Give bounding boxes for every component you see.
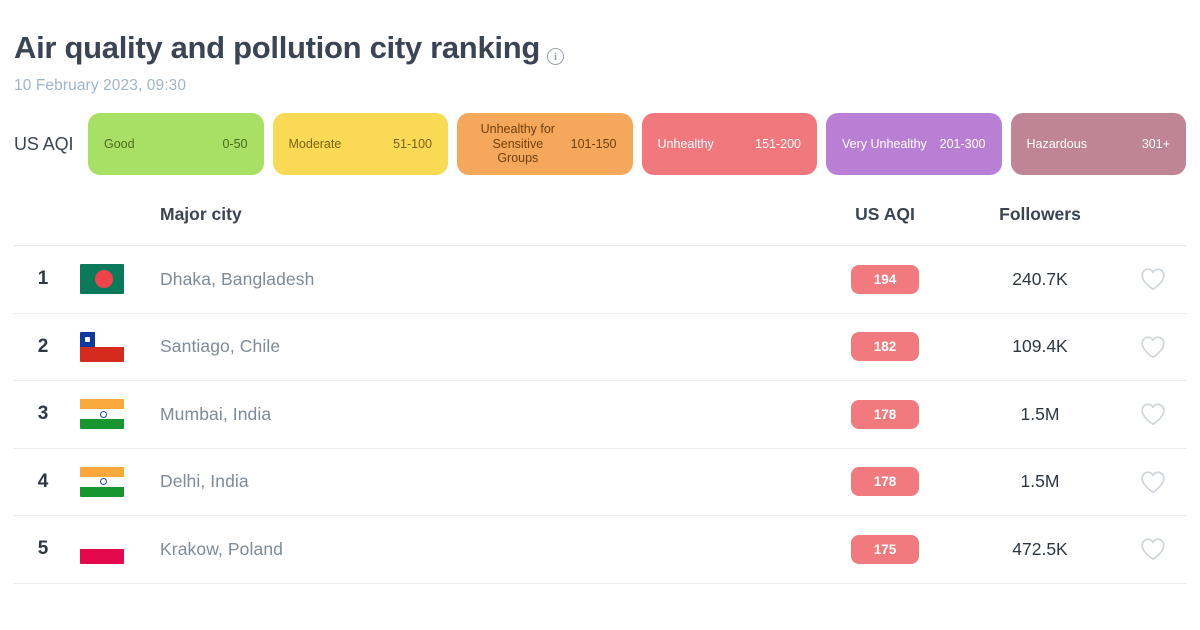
row-city-name[interactable]: Delhi, India — [160, 471, 810, 492]
aqi-legend-pill-name: Unhealthy — [657, 136, 714, 151]
table-row[interactable]: 1 Dhaka, Bangladesh 194 240.7K — [14, 246, 1186, 314]
aqi-legend-label: US AQI — [14, 133, 74, 154]
page-header: Air quality and pollution city ranking i — [14, 0, 1186, 65]
row-city-name[interactable]: Mumbai, India — [160, 404, 810, 425]
aqi-legend-pill-range: 301+ — [1141, 137, 1170, 152]
row-rank: 5 — [37, 538, 49, 560]
row-followers-count: 109.4K — [1012, 336, 1068, 357]
table-row[interactable]: 4 Delhi, India 178 1.5M — [14, 449, 1186, 517]
row-aqi-cell: 175 — [810, 534, 960, 564]
row-flag-cell — [72, 534, 160, 565]
heart-icon[interactable] — [1120, 537, 1186, 561]
timestamp: 10 February 2023, 09:30 — [14, 77, 187, 95]
row-flag-cell — [72, 331, 160, 362]
column-header-city: Major city — [160, 203, 242, 224]
row-city-name[interactable]: Dhaka, Bangladesh — [160, 269, 810, 290]
heart-icon[interactable] — [1120, 402, 1186, 426]
heart-icon[interactable] — [1120, 335, 1186, 359]
aqi-badge: 194 — [851, 264, 919, 294]
column-header-followers: Followers — [999, 203, 1081, 224]
aqi-badge: 175 — [851, 534, 919, 564]
aqi-legend-pills: Good 0-50 Moderate 51-100 Unhealthy for Sens… — [88, 113, 1186, 176]
aqi-badge: 178 — [851, 467, 919, 497]
row-flag-cell — [72, 264, 160, 295]
aqi-legend-pill[interactable]: Moderate 51-100 — [272, 113, 448, 176]
aqi-legend-pill-name: Very Unhealthy — [842, 136, 927, 151]
heart-icon[interactable] — [1120, 470, 1186, 494]
row-aqi-cell: 182 — [810, 332, 960, 362]
aqi-legend-pill-name: Unhealthy for Sensitive Groups — [480, 122, 555, 166]
page-title: Air quality and pollution city ranking — [14, 30, 540, 65]
aqi-legend-pill-range: 201-300 — [939, 137, 986, 152]
column-header-aqi: US AQI — [855, 203, 915, 224]
row-rank: 3 — [37, 403, 49, 425]
bangladesh-flag — [80, 264, 124, 295]
row-aqi-cell: 194 — [810, 264, 960, 294]
table-header-row: Major city US AQI Followers — [14, 183, 1186, 245]
row-followers-count: 472.5K — [1012, 538, 1068, 559]
row-rank: 2 — [37, 335, 49, 357]
aqi-legend-pill-range: 101-150 — [570, 137, 617, 152]
aqi-legend-pill-range: 51-100 — [393, 137, 432, 152]
heart-icon[interactable] — [1120, 267, 1186, 291]
aqi-legend-pill-name: Good — [104, 136, 135, 151]
poland-flag — [80, 534, 124, 565]
table-row[interactable]: 3 Mumbai, India 178 1.5M — [14, 381, 1186, 449]
row-rank: 1 — [37, 268, 49, 290]
aqi-legend: US AQI Good 0-50 Moderate 51-100 Unhealthy f… — [14, 113, 1186, 176]
india-flag — [80, 399, 124, 430]
row-city-name[interactable]: Krakow, Poland — [160, 539, 810, 560]
row-aqi-cell: 178 — [810, 467, 960, 497]
row-rank: 4 — [37, 470, 49, 492]
aqi-legend-pill-range: 151-200 — [755, 137, 801, 152]
aqi-legend-pill-name: Hazardous — [1026, 136, 1087, 151]
row-flag-cell — [72, 466, 160, 497]
aqi-legend-pill-range: 0-50 — [222, 137, 248, 152]
aqi-badge: 178 — [851, 399, 919, 429]
aqi-badge: 182 — [851, 332, 919, 362]
row-aqi-cell: 178 — [810, 399, 960, 429]
aqi-legend-pill[interactable]: Unhealthy for Sensitive Groups 101-150 — [457, 113, 633, 176]
chile-flag — [80, 331, 124, 362]
india-flag — [80, 466, 124, 497]
info-icon[interactable]: i — [546, 48, 564, 65]
aqi-legend-pill[interactable]: Good 0-50 — [88, 113, 264, 176]
row-followers-count: 1.5M — [1020, 403, 1060, 424]
ranking-table-body: 1 Dhaka, Bangladesh 194 240.7K 2 Santiago, Ch… — [14, 245, 1186, 584]
aqi-legend-pill[interactable]: Very Unhealthy 201-300 — [826, 113, 1002, 176]
table-row[interactable]: 5 Krakow, Poland 175 472.5K — [14, 516, 1186, 584]
aqi-legend-pill[interactable]: Unhealthy 151-200 — [641, 113, 817, 176]
aqi-legend-pill-name: Moderate — [288, 136, 342, 151]
row-followers-count: 1.5M — [1020, 471, 1060, 492]
row-followers-count: 240.7K — [1012, 268, 1068, 289]
air-quality-ranking-page: Air quality and pollution city ranking i… — [0, 0, 1200, 630]
aqi-legend-pill[interactable]: Hazardous 301+ — [1010, 113, 1186, 176]
row-flag-cell — [72, 399, 160, 430]
table-row[interactable]: 2 Santiago, Chile 182 109.4K — [14, 314, 1186, 382]
row-city-name[interactable]: Santiago, Chile — [160, 336, 810, 357]
